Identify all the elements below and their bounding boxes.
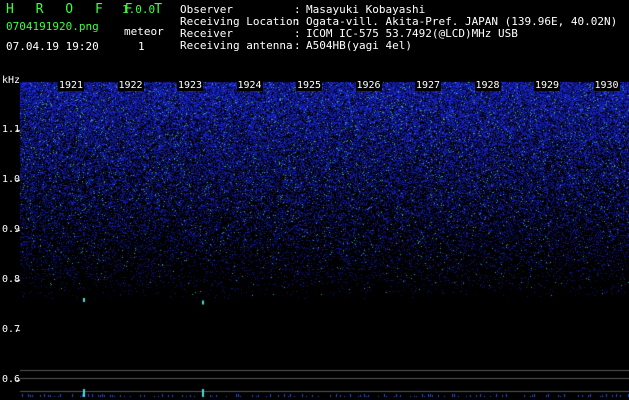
x-tick-label: 1923 (177, 80, 204, 91)
file-datetime: 07.04.19 19:20 (6, 40, 99, 53)
app-version: 1.0.0 (122, 3, 156, 16)
file-name: 0704191920.png (6, 20, 99, 33)
x-tick-label: 1922 (117, 80, 144, 91)
y-axis-unit: kHz (2, 75, 21, 86)
meteor-count: 1 (138, 40, 145, 53)
y-tick-label: 0.7 (2, 324, 21, 335)
spectrogram (0, 0, 629, 400)
x-tick-label: 1930 (593, 80, 620, 91)
y-tick-label: 1.0 (2, 174, 21, 185)
x-tick-label: 1926 (355, 80, 382, 91)
x-tick-label: 1927 (415, 80, 442, 91)
info-antenna: Receiving antenna: A504HB(yagi 4el) (180, 39, 412, 52)
x-tick-label: 1928 (474, 80, 501, 91)
y-tick-label: 0.6 (2, 374, 21, 385)
x-tick-label: 1921 (58, 80, 85, 91)
y-tick-label: 0.8 (2, 274, 21, 285)
meteor-label: meteor (124, 25, 164, 38)
x-tick-label: 1924 (236, 80, 263, 91)
x-tick-label: 1925 (296, 80, 323, 91)
y-tick-label: 1.1 (2, 124, 21, 135)
x-tick-label: 1929 (534, 80, 561, 91)
y-tick-label: 0.9 (2, 224, 21, 235)
